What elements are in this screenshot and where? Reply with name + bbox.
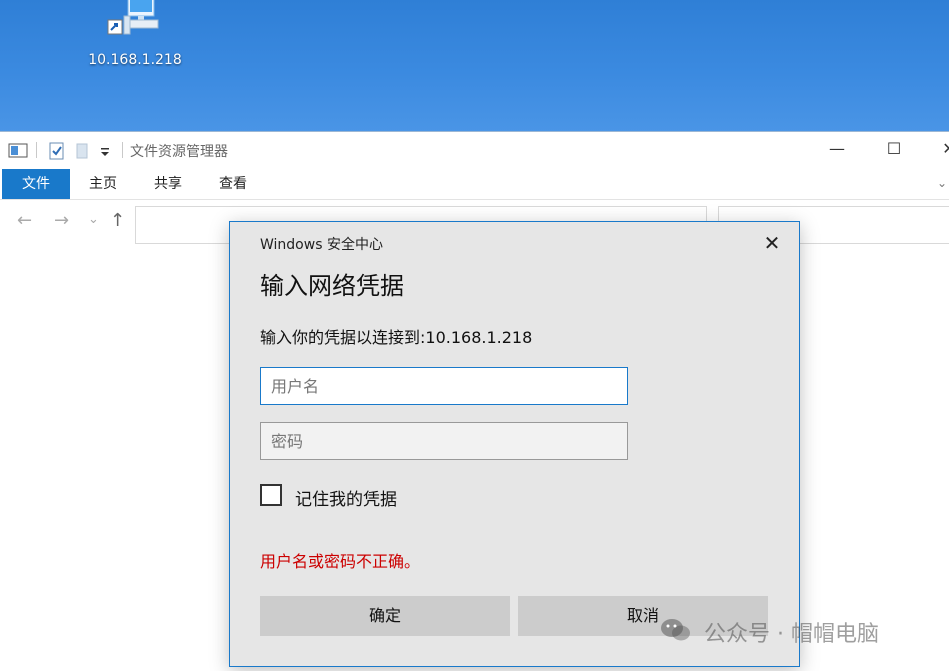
close-window-button[interactable]: ✕ bbox=[937, 138, 949, 160]
minimize-button[interactable]: — bbox=[825, 138, 849, 160]
maximize-button[interactable]: ☐ bbox=[882, 138, 906, 160]
desktop: 10.168.1.218 bbox=[0, 0, 949, 132]
watermark-text: 公众号 · 帽帽电脑 bbox=[704, 622, 879, 647]
title-bar: 文件资源管理器 — ☐ ✕ bbox=[0, 132, 949, 169]
password-field[interactable] bbox=[260, 422, 628, 460]
title-separator bbox=[122, 142, 123, 158]
username-field[interactable] bbox=[260, 367, 628, 405]
customize-toolbar-icon[interactable] bbox=[98, 142, 112, 160]
dialog-title: 输入网络凭据 bbox=[260, 272, 404, 300]
forward-icon[interactable]: → bbox=[54, 210, 69, 231]
desktop-shortcut[interactable]: 10.168.1.218 bbox=[84, 0, 186, 72]
wechat-icon bbox=[661, 619, 690, 641]
error-message: 用户名或密码不正确。 bbox=[260, 552, 421, 571]
back-icon[interactable]: ← bbox=[17, 210, 32, 231]
expand-ribbon-icon[interactable]: ⌄ bbox=[937, 176, 947, 190]
tab-view[interactable]: 查看 bbox=[210, 169, 256, 199]
dialog-app-name: Windows 安全中心 bbox=[260, 237, 383, 253]
dialog-message: 输入你的凭据以连接到:10.168.1.218 bbox=[260, 328, 533, 347]
credential-dialog: Windows 安全中心 ✕ 输入网络凭据 输入你的凭据以连接到:10.168.… bbox=[229, 221, 800, 667]
properties-icon[interactable] bbox=[48, 142, 66, 160]
computer-shortcut-icon bbox=[107, 0, 159, 35]
toolbar-separator bbox=[36, 142, 37, 158]
tab-file[interactable]: 文件 bbox=[2, 169, 70, 199]
window-title: 文件资源管理器 bbox=[130, 144, 228, 160]
desktop-shortcut-label: 10.168.1.218 bbox=[88, 52, 182, 68]
tab-share[interactable]: 共享 bbox=[145, 169, 191, 199]
window-app-icon bbox=[8, 143, 28, 158]
remember-label: 记住我的凭据 bbox=[295, 490, 397, 510]
recent-locations-icon[interactable]: ⌄ bbox=[88, 212, 99, 227]
ok-button[interactable]: 确定 bbox=[260, 596, 510, 636]
ribbon: 文件 主页 共享 查看 ⌄ bbox=[0, 169, 949, 200]
dialog-close-button[interactable]: ✕ bbox=[758, 230, 786, 256]
remember-checkbox[interactable] bbox=[260, 484, 282, 506]
new-folder-icon[interactable] bbox=[74, 142, 92, 160]
tab-home[interactable]: 主页 bbox=[80, 169, 126, 199]
up-icon[interactable]: ↑ bbox=[110, 210, 125, 231]
